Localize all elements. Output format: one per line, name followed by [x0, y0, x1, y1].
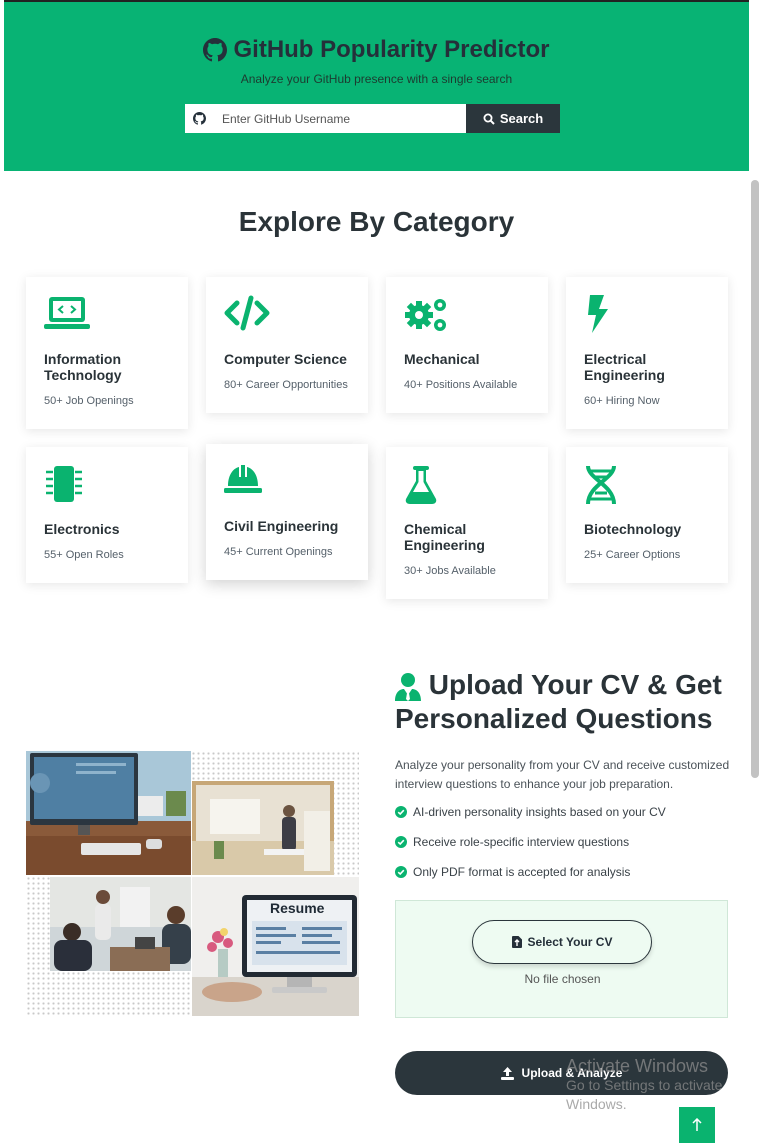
cv-title-text: Upload Your CV & Get Personalized Questi…	[395, 669, 722, 734]
category-card-computer-science[interactable]: Computer Science 80+ Career Opportunitie…	[206, 277, 368, 413]
cv-section-title: Upload Your CV & Get Personalized Questi…	[395, 668, 735, 736]
github-icon	[193, 112, 206, 125]
scroll-to-top-button[interactable]	[679, 1107, 715, 1143]
category-title: Electrical Engineering	[584, 351, 665, 383]
category-subtitle: 30+ Jobs Available	[404, 565, 496, 577]
cv-description: Analyze your personality from your CV an…	[395, 758, 730, 791]
select-cv-button[interactable]: Select Your CV	[472, 920, 652, 964]
cv-feature-text: Receive role-specific interview question…	[413, 835, 630, 849]
category-section-title: Explore By Category	[238, 206, 515, 237]
category-title: Civil Engineering	[224, 518, 339, 534]
category-subtitle: 25+ Career Options	[584, 549, 681, 561]
resume-label: Resume	[270, 900, 325, 916]
check-circle-icon	[395, 866, 407, 878]
office-photo-collage: Resume	[26, 751, 359, 1016]
arrow-up-icon	[692, 1118, 702, 1131]
laptop-code-icon	[44, 295, 170, 335]
category-title: Computer Science	[224, 351, 347, 367]
select-cv-label: Select Your CV	[527, 935, 613, 949]
watermark-line-2: Go to Settings to activate	[566, 1077, 723, 1093]
search-bar: Search	[185, 104, 560, 133]
file-upload-icon	[511, 936, 522, 948]
team-meeting-photo	[50, 877, 191, 971]
category-subtitle: 50+ Job Openings	[44, 395, 134, 407]
windows-activation-watermark: Activate Windows Go to Settings to activ…	[566, 1056, 722, 1114]
search-button-label: Search	[499, 111, 544, 126]
search-button[interactable]: Search	[466, 104, 560, 133]
category-title: Information Technology	[44, 351, 122, 383]
category-subtitle: 80+ Career Opportunities	[224, 379, 348, 391]
scrollbar[interactable]	[751, 180, 759, 778]
cv-feature-item: Only PDF format is accepted for analysis	[395, 865, 735, 879]
code-icon	[224, 295, 350, 335]
category-subtitle: 55+ Open Roles	[44, 549, 124, 561]
cv-feature-text: AI-driven personality insights based on …	[413, 805, 666, 819]
category-card-biotechnology[interactable]: Biotechnology 25+ Career Options	[566, 447, 728, 583]
category-title: Electronics	[44, 521, 120, 537]
page-subtitle: Analyze your GitHub presence with a sing…	[240, 72, 513, 86]
hero-header: GitHub Popularity Predictor Analyze your…	[4, 2, 749, 171]
cv-feature-text: Only PDF format is accepted for analysis	[413, 865, 631, 879]
resume-monitor-photo: Resume	[192, 877, 359, 1016]
search-icon	[483, 113, 495, 125]
microchip-icon	[44, 465, 170, 505]
category-card-mechanical[interactable]: Mechanical 40+ Positions Available	[386, 277, 548, 413]
flask-icon	[404, 465, 530, 505]
check-circle-icon	[395, 806, 407, 818]
category-card-electrical-engineering[interactable]: Electrical Engineering 60+ Hiring Now	[566, 277, 728, 429]
user-tie-icon	[395, 672, 421, 701]
category-subtitle: 40+ Positions Available	[404, 379, 518, 391]
category-title: Chemical Engineering	[404, 521, 485, 553]
cv-upload-dropzone[interactable]: Select Your CV No file chosen	[395, 900, 728, 1018]
cv-feature-item: Receive role-specific interview question…	[395, 835, 735, 849]
page-title: GitHub Popularity Predictor	[4, 36, 749, 64]
file-status-text: No file chosen	[524, 972, 601, 986]
cv-feature-item: AI-driven personality insights based on …	[395, 805, 735, 819]
category-subtitle: 60+ Hiring Now	[584, 395, 660, 407]
search-github-icon-box	[185, 104, 214, 133]
check-circle-icon	[395, 836, 407, 848]
category-card-information-technology[interactable]: Information Technology 50+ Job Openings	[26, 277, 188, 429]
github-username-input[interactable]	[214, 104, 466, 133]
upload-icon	[500, 1066, 514, 1080]
dna-icon	[584, 465, 710, 505]
category-title: Biotechnology	[584, 521, 682, 537]
office-desk-photo	[26, 751, 191, 875]
category-subtitle: 45+ Current Openings	[224, 546, 333, 558]
page-title-text: GitHub Popularity Predictor	[233, 36, 550, 63]
gears-icon	[404, 295, 530, 335]
github-icon	[203, 38, 228, 62]
bolt-icon	[584, 295, 710, 335]
helmet-icon	[224, 462, 350, 502]
category-title: Mechanical	[404, 351, 480, 367]
category-card-chemical-engineering[interactable]: Chemical Engineering 30+ Jobs Available	[386, 447, 548, 599]
category-card-civil-engineering[interactable]: Civil Engineering 45+ Current Openings	[206, 444, 368, 580]
meeting-presentation-photo	[192, 781, 334, 875]
category-card-electronics[interactable]: Electronics 55+ Open Roles	[26, 447, 188, 583]
watermark-line-1: Activate Windows	[566, 1056, 709, 1076]
